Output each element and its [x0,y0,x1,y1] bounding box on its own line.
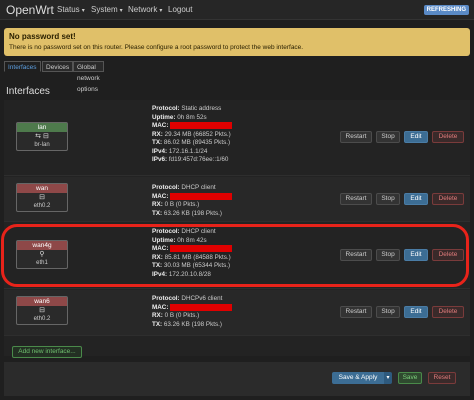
alert-title: No password set! [9,32,76,41]
table-row-lan: lan ⇆ ⊟ br-lan Protocol: Static address … [4,100,470,176]
interface-name: lan [17,123,67,132]
stop-button[interactable]: Stop [376,193,400,205]
page-title: Interfaces [6,86,50,97]
chevron-down-icon: ▾ [81,8,85,14]
interface-device: br-lan [34,142,50,148]
menu-network-label: Network [128,5,158,14]
stop-button[interactable]: Stop [376,131,400,143]
redaction-bar [170,245,233,252]
delete-button[interactable]: Delete [432,306,464,318]
table-row-wan: wan ⊟ eth0.2 Protocol: DHCP client MAC: … [4,177,470,222]
stop-button[interactable]: Stop [376,249,400,261]
save-button[interactable]: Save [398,372,422,384]
interface-info: Protocol: Static address Uptime: 0h 8m 5… [152,105,233,164]
edit-button[interactable]: Edit [404,193,428,205]
delete-button[interactable]: Delete [432,249,464,261]
interface-name: wan [17,184,67,193]
restart-button[interactable]: Restart [340,249,372,261]
chevron-down-icon: ▾ [119,8,123,14]
usb-modem-icon: ⚲ [39,251,45,258]
stop-button[interactable]: Stop [376,306,400,318]
alert-text: There is no password set on this router.… [9,44,304,51]
interface-device: eth1 [36,260,48,266]
restart-button[interactable]: Restart [340,131,372,143]
interfaces-table: lan ⇆ ⊟ br-lan Protocol: Static address … [4,100,470,356]
chevron-down-icon: ▾ [159,8,163,14]
delete-button[interactable]: Delete [432,131,464,143]
reset-button[interactable]: Reset [428,372,456,384]
menu-network[interactable]: Network ▾ [128,5,162,14]
refreshing-badge[interactable]: REFRESHING [423,5,469,15]
interface-device: eth0.2 [33,316,51,322]
brand-logo[interactable]: OpenWrt [6,3,54,17]
menu-status[interactable]: Status ▾ [57,5,85,14]
interface-info: Protocol: DHCPv6 client MAC: RX: 0 B (0 … [152,295,233,329]
interface-info: Protocol: DHCP client MAC: RX: 0 B (0 Pk… [152,184,233,218]
edit-button[interactable]: Edit [404,306,428,318]
restart-button[interactable]: Restart [340,193,372,205]
tab-devices[interactable]: Devices [42,61,74,72]
redaction-bar [170,122,233,129]
delete-button[interactable]: Delete [432,193,464,205]
save-apply-button[interactable]: Save & Apply [332,372,384,384]
add-interface-button[interactable]: Add new interface... [12,346,82,358]
network-port-icon: ⊟ [39,194,45,201]
interface-device: eth0.2 [33,203,51,209]
interface-name: wan6 [17,297,67,306]
interface-badge-wan4g: wan4g ⚲ eth1 [16,240,68,269]
network-port-icon: ⇆ ⊟ [35,133,49,140]
network-port-icon: ⊟ [39,307,45,314]
menu-system[interactable]: System ▾ [91,5,123,14]
top-navbar: OpenWrt Status ▾ System ▾ Network ▾ Logout … [0,0,474,20]
redaction-bar [170,192,233,200]
interface-badge-wan6: wan6 ⊟ eth0.2 [16,296,68,325]
menu-logout[interactable]: Logout [168,5,192,14]
table-row-wan6: wan6 ⊟ eth0.2 Protocol: DHCPv6 client MA… [4,290,470,336]
edit-button[interactable]: Edit [404,249,428,261]
no-password-alert: No password set! There is no password se… [4,28,470,56]
edit-button[interactable]: Edit [404,131,428,143]
menu-status-label: Status [57,5,80,14]
interface-info: Protocol: DHCP client Uptime: 0h 8m 42s … [152,228,233,278]
restart-button[interactable]: Restart [340,306,372,318]
tab-global-network-options[interactable]: Global network options [73,61,104,93]
interface-badge-wan: wan ⊟ eth0.2 [16,183,68,212]
tab-interfaces[interactable]: Interfaces [4,61,41,72]
chevron-down-icon[interactable]: ▾ [384,372,392,384]
interface-badge-lan: lan ⇆ ⊟ br-lan [16,122,68,151]
table-row-wan4g: wan4g ⚲ eth1 Protocol: DHCP client Uptim… [4,223,470,289]
menu-system-label: System [91,5,118,14]
interface-name: wan4g [17,241,67,250]
redaction-bar [170,303,233,311]
